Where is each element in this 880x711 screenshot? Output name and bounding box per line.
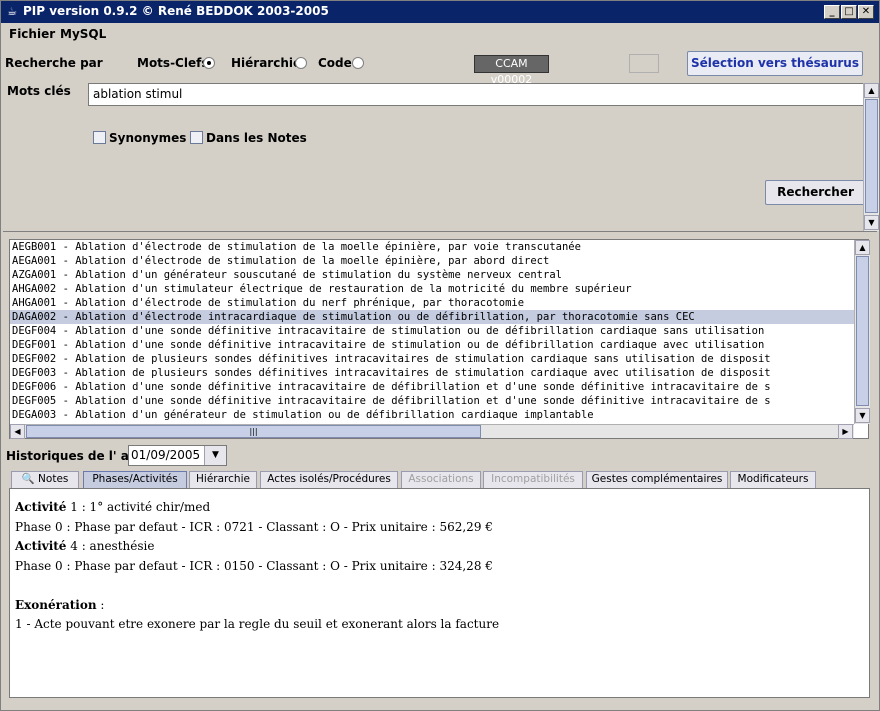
window-title: PIP version 0.9.2 © René BEDDOK 2003-200… bbox=[23, 4, 329, 18]
synonymes-label: Synonymes bbox=[109, 131, 187, 145]
list-item[interactable]: DEGF002 - Ablation de plusieurs sondes d… bbox=[10, 352, 854, 366]
notes-checkbox[interactable] bbox=[190, 131, 203, 144]
notes-label: Dans les Notes bbox=[206, 131, 307, 145]
history-date-value: 01/09/2005 bbox=[131, 448, 201, 462]
java-cup-icon: ☕ bbox=[7, 5, 17, 18]
chevron-down-icon[interactable]: ▼ bbox=[204, 446, 226, 465]
keywords-input[interactable]: ablation stimul bbox=[88, 83, 865, 106]
app-window: ☕ PIP version 0.9.2 © René BEDDOK 2003-2… bbox=[0, 0, 880, 711]
scroll-right-icon[interactable]: ▶ bbox=[838, 424, 853, 439]
tab-gestes-complementaires[interactable]: Gestes complémentaires bbox=[586, 471, 728, 488]
scroll-up-icon[interactable]: ▲ bbox=[855, 240, 870, 255]
search-by-label: Recherche par bbox=[5, 56, 103, 70]
details-panel: Activité 1 : 1° activité chir/med Phase … bbox=[9, 488, 870, 698]
radio-motsclefs-label: Mots-Clefs bbox=[137, 56, 209, 70]
activity-2-label: Activité bbox=[15, 539, 67, 553]
list-item[interactable]: AHGA001 - Ablation d'électrode de stimul… bbox=[10, 296, 854, 310]
close-icon[interactable]: ✕ bbox=[858, 5, 874, 19]
activity-2: Activité 4 : anesthésie bbox=[15, 537, 864, 557]
activity-1: Activité 1 : 1° activité chir/med bbox=[15, 498, 864, 518]
tab-phases-activites[interactable]: Phases/Activités bbox=[83, 471, 187, 488]
hscroll-thumb[interactable]: ||| bbox=[26, 425, 481, 438]
results-hscrollbar[interactable]: ◀ ||| ▶ bbox=[10, 424, 854, 439]
tab-actes-isoles[interactable]: Actes isolés/Procédures bbox=[260, 471, 398, 488]
tab-associations[interactable]: Associations bbox=[401, 471, 481, 488]
list-item[interactable]: DEGF005 - Ablation d'une sonde définitiv… bbox=[10, 394, 854, 408]
activity-2-value: 4 : anesthésie bbox=[66, 539, 155, 553]
results-list-body: AEGB001 - Ablation d'électrode de stimul… bbox=[10, 240, 854, 424]
search-button[interactable]: Rechercher bbox=[765, 180, 866, 205]
upper-scrollbar[interactable]: ▲ ▼ bbox=[863, 83, 879, 231]
scroll-down-icon[interactable]: ▼ bbox=[855, 408, 870, 423]
list-item[interactable]: AHGA002 - Ablation d'un stimulateur élec… bbox=[10, 282, 854, 296]
divider bbox=[3, 231, 877, 232]
radio-code-label: Code bbox=[318, 56, 352, 70]
results-vscrollbar[interactable]: ▲ ▼ bbox=[854, 240, 870, 424]
thesaurus-button[interactable]: Sélection vers thésaurus bbox=[687, 51, 863, 76]
list-item[interactable]: DEGF004 - Ablation d'une sonde définitiv… bbox=[10, 324, 854, 338]
list-item[interactable]: DEGA003 - Ablation d'un générateur de st… bbox=[10, 408, 854, 422]
activity-1-label: Activité bbox=[15, 500, 67, 514]
scroll-up-icon[interactable]: ▲ bbox=[864, 83, 879, 98]
exoneration-label: Exonération bbox=[15, 597, 97, 612]
exoneration: Exonération : bbox=[15, 596, 864, 616]
list-item[interactable]: DAGA002 - Ablation d'électrode intracard… bbox=[10, 310, 854, 324]
blank-indicator bbox=[629, 54, 659, 73]
tab-incompatibilites[interactable]: Incompatibilités bbox=[483, 471, 583, 488]
tab-notes[interactable]: 🔍 Notes bbox=[11, 471, 79, 488]
menu-bar: Fichier MySQL bbox=[1, 23, 879, 45]
tab-modificateurs[interactable]: Modificateurs bbox=[730, 471, 816, 488]
menu-mysql[interactable]: MySQL bbox=[60, 27, 106, 41]
list-item[interactable]: DEGF006 - Ablation d'une sonde définitiv… bbox=[10, 380, 854, 394]
tab-hierarchie[interactable]: Hiérarchie bbox=[189, 471, 257, 488]
scroll-thumb[interactable] bbox=[865, 99, 878, 213]
exoneration-text: 1 - Acte pouvant etre exonere par la reg… bbox=[15, 617, 500, 631]
activity-1-value: 1 : 1° activité chir/med bbox=[66, 500, 211, 514]
radio-hierarchie[interactable] bbox=[295, 57, 307, 69]
maximize-icon[interactable]: □ bbox=[841, 5, 857, 19]
phase-1: Phase 0 : Phase par defaut - ICR : 0721 … bbox=[15, 519, 493, 534]
history-date-combo[interactable]: 01/09/2005 ▼ bbox=[128, 445, 227, 466]
list-item[interactable]: AEGB001 - Ablation d'électrode de stimul… bbox=[10, 240, 854, 254]
exoneration-sep: : bbox=[96, 597, 105, 612]
list-item[interactable]: DEGF001 - Ablation d'une sonde définitiv… bbox=[10, 338, 854, 352]
title-bar[interactable]: ☕ PIP version 0.9.2 © René BEDDOK 2003-2… bbox=[1, 1, 879, 23]
phase-2: Phase 0 : Phase par defaut - ICR : 0150 … bbox=[15, 558, 493, 573]
scroll-left-icon[interactable]: ◀ bbox=[10, 424, 25, 439]
results-list[interactable]: AEGB001 - Ablation d'électrode de stimul… bbox=[9, 239, 870, 439]
magnifier-icon: 🔍 bbox=[21, 473, 35, 485]
tab-notes-label: Notes bbox=[38, 473, 69, 485]
minimize-icon[interactable]: _ bbox=[824, 5, 840, 19]
scroll-thumb[interactable] bbox=[856, 256, 869, 406]
radio-hierarchie-label: Hiérarchie bbox=[231, 56, 302, 70]
scroll-down-icon[interactable]: ▼ bbox=[864, 215, 879, 230]
menu-fichier[interactable]: Fichier bbox=[9, 27, 55, 41]
list-item[interactable]: AZGA001 - Ablation d'un générateur sousc… bbox=[10, 268, 854, 282]
list-item[interactable]: AEGA001 - Ablation d'électrode de stimul… bbox=[10, 254, 854, 268]
keywords-label: Mots clés bbox=[7, 84, 71, 98]
radio-code[interactable] bbox=[352, 57, 364, 69]
synonymes-checkbox[interactable] bbox=[93, 131, 106, 144]
list-item[interactable]: DEGF003 - Ablation de plusieurs sondes d… bbox=[10, 366, 854, 380]
radio-motsclefs[interactable] bbox=[203, 57, 215, 69]
ccam-version-badge: CCAM v00002 bbox=[474, 55, 549, 86]
